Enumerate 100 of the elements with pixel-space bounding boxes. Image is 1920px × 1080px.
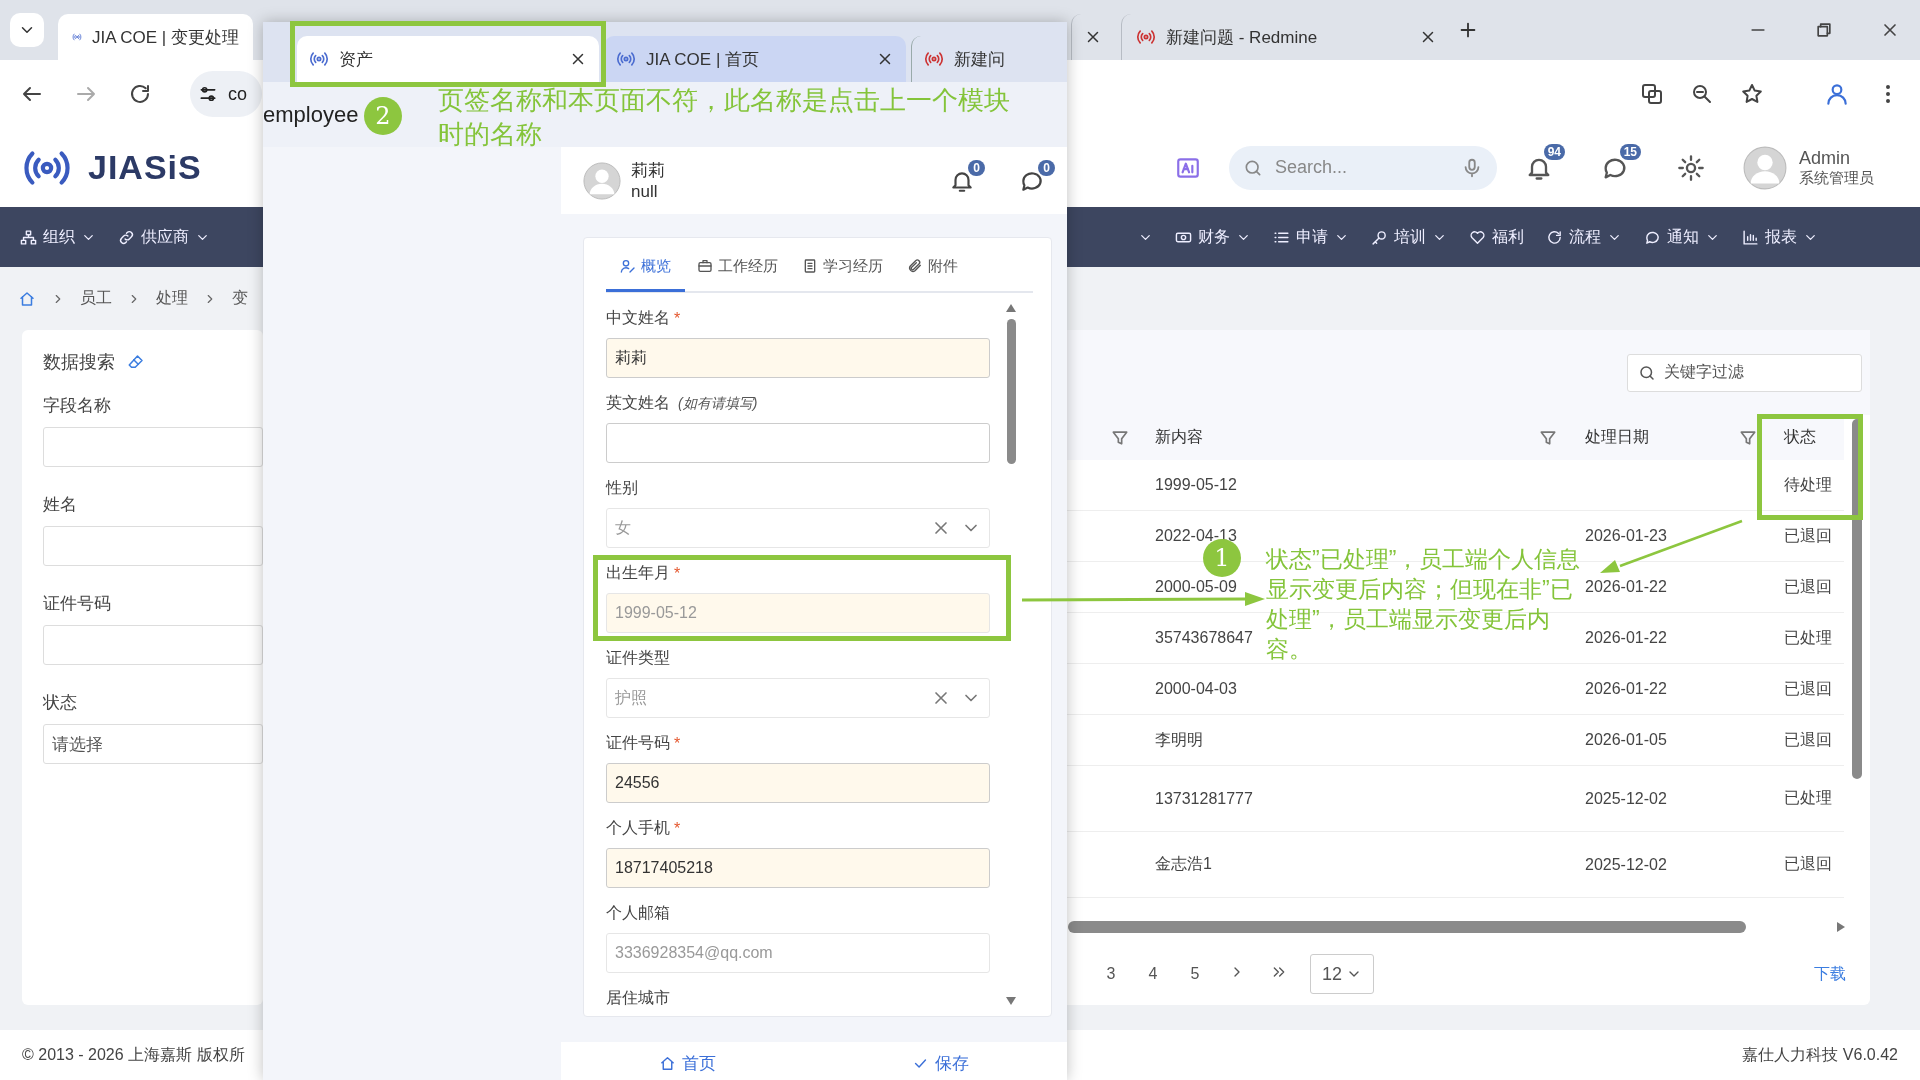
table-cell: 2026-01-23 (1585, 527, 1667, 545)
table-cell: 1999-05-12 (1155, 476, 1237, 494)
save-button[interactable]: 保存 (912, 1052, 969, 1075)
settings-icon[interactable] (1677, 153, 1705, 182)
table-cell-text: 已退回 (1784, 678, 1832, 699)
section-tab[interactable]: 工作经历 (685, 243, 790, 292)
horizontal-scrollbar[interactable] (1068, 920, 1846, 934)
input-field[interactable] (606, 423, 990, 463)
notification-count: 0 (968, 159, 985, 176)
nav-menu-item[interactable]: 通知 (1644, 226, 1720, 248)
message-count: 15 (1619, 143, 1641, 160)
nav-menu-item[interactable]: 组织 (20, 226, 96, 248)
input-field[interactable] (43, 427, 263, 467)
tab-icon (907, 258, 923, 274)
field-label: 状态 (43, 692, 78, 714)
page-link[interactable]: 5 (1174, 965, 1216, 983)
table-cell-text: 李明明 (1155, 729, 1203, 750)
scroll-down-icon[interactable] (1005, 996, 1017, 1006)
input-field[interactable]: 18717405218 (606, 848, 990, 888)
table-cell: 2000-04-03 (1155, 680, 1237, 698)
annotation-text: 页签名称和本页面不符，此名称是点击上一个模块时的名称 (438, 84, 1011, 151)
table-cell-text: 已退回 (1784, 854, 1832, 874)
download-link[interactable]: 下载 (1814, 963, 1846, 985)
required-mark: * (674, 734, 681, 753)
table-cell: 2025-12-02 (1585, 855, 1667, 874)
scrollbar-thumb[interactable] (1006, 319, 1016, 464)
field-label: 性别 (606, 478, 638, 498)
field-label: 中文姓名 (606, 308, 670, 328)
page-size-select[interactable]: 12 (1310, 954, 1374, 994)
field-label: 居住城市 (606, 988, 670, 1008)
field-label: 证件号码 (606, 733, 670, 753)
search-icon (1638, 363, 1656, 382)
home-icon[interactable] (18, 289, 36, 308)
scrollbar-thumb[interactable] (1852, 419, 1862, 779)
nav-item-icon (1371, 228, 1388, 246)
page-link[interactable]: 4 (1132, 965, 1174, 983)
address-text[interactable]: employee (263, 101, 359, 128)
breadcrumb-link[interactable]: 变 (232, 288, 248, 309)
nav-menu-item[interactable]: 财务 (1175, 226, 1251, 248)
required-mark: * (674, 309, 681, 328)
section-tab[interactable]: 附件 (895, 243, 970, 292)
star-icon[interactable] (1740, 82, 1764, 106)
nav-menu-item[interactable]: 报表 (1742, 226, 1818, 248)
input-field[interactable]: 24556 (606, 763, 990, 803)
address-bar[interactable]: co (190, 71, 262, 117)
table-cell: 2025-12-02 (1585, 789, 1667, 808)
scrollbar-thumb[interactable] (1068, 921, 1746, 933)
input-field[interactable]: 请选择 (43, 724, 263, 764)
table-cell: 35743678647 (1155, 629, 1253, 647)
page-link[interactable]: 3 (1090, 965, 1132, 983)
input-field[interactable] (43, 526, 263, 566)
avatar-icon (583, 161, 621, 200)
scroll-up-icon[interactable] (1005, 303, 1017, 313)
version-text: 嘉仕人力科技 V6.0.42 (1742, 1044, 1898, 1065)
input-field[interactable]: 莉莉 (606, 338, 990, 378)
browser-tab[interactable]: 资产 (297, 36, 599, 82)
tab-icon (697, 258, 713, 274)
nav-item-icon (1469, 228, 1486, 246)
field-hint: (如有请填写) (678, 394, 758, 413)
field-label: 个人邮箱 (606, 903, 670, 923)
nav-menu-item[interactable]: 流程 (1546, 226, 1622, 248)
nav-menu-item[interactable]: 培训 (1371, 226, 1447, 248)
nav-item-icon (1742, 228, 1759, 246)
user-name: 莉莉 (631, 160, 666, 182)
column-header: 新内容 (1155, 427, 1203, 447)
table-cell: 13731281777 (1155, 789, 1253, 808)
profile-icon[interactable] (1824, 81, 1850, 107)
browser-tab[interactable]: JIA COE | 变更处理 (58, 14, 253, 60)
nav-menu-item[interactable]: 申请 (1273, 226, 1349, 248)
site-settings-icon[interactable] (198, 84, 218, 104)
table-cell: 2026-01-22 (1585, 578, 1667, 596)
nav-menu-item[interactable]: 供应商 (118, 226, 210, 248)
input-field[interactable] (43, 625, 263, 665)
eraser-icon[interactable] (127, 353, 145, 371)
breadcrumb-link[interactable]: 员工 (80, 288, 112, 309)
last-page-icon[interactable] (1271, 964, 1287, 980)
home-button[interactable]: 首页 (659, 1052, 716, 1075)
nav-item-icon (20, 228, 37, 246)
copyright-text: © 2013 - 2026 上海嘉斯 版权所 (22, 1044, 245, 1065)
table-cell-text: 已退回 (1784, 576, 1832, 597)
tab-icon (620, 258, 636, 274)
table-cell-text: 待处理 (1784, 474, 1832, 495)
scroll-right-icon[interactable] (1836, 921, 1846, 933)
user-role: 系统管理员 (1799, 168, 1874, 188)
column-header: 状态 (1783, 427, 1817, 447)
restore-icon[interactable] (1814, 20, 1834, 40)
zoom-icon[interactable] (1690, 82, 1714, 106)
column-header: 处理日期 (1585, 427, 1649, 447)
section-tab[interactable]: 学习经历 (790, 243, 895, 292)
reload-icon[interactable] (128, 82, 152, 106)
section-tab[interactable]: 概览 (606, 243, 685, 292)
filter-field[interactable]: 关键字过滤 (1627, 353, 1862, 392)
nav-menu-item[interactable]: 福利 (1469, 226, 1524, 248)
field-label: 姓名 (43, 494, 78, 516)
table-cell-text: 已退回 (1784, 525, 1832, 546)
message-count: 0 (1038, 159, 1055, 176)
breadcrumb-link[interactable]: 处理 (156, 288, 188, 309)
user-subtitle: null (631, 182, 659, 202)
table-cell: 2000-05-09 (1155, 578, 1237, 596)
browser-tab[interactable]: JIA COE | 首页 (604, 36, 906, 82)
